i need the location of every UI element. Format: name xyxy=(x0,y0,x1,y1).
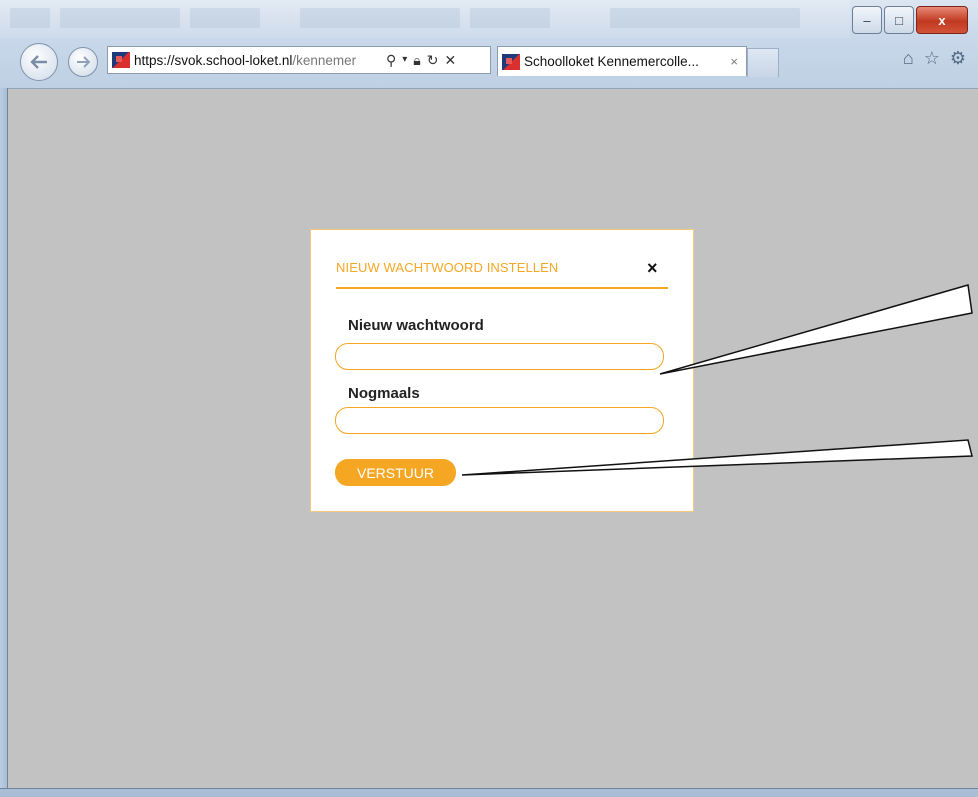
favorites-star-icon[interactable]: ☆ xyxy=(924,48,940,69)
settings-gear-icon[interactable]: ⚙ xyxy=(950,48,966,69)
url-host: https://svok.school-loket.nl xyxy=(134,52,293,68)
tab-title: Schoolloket Kennemercolle... xyxy=(524,54,699,69)
back-icon[interactable] xyxy=(20,43,58,81)
browser-chrome: – □ x https://svok.school-loket.nl/kenne… xyxy=(0,0,978,89)
title-divider xyxy=(336,287,668,289)
tab-schoolloket[interactable]: Schoolloket Kennemercolle... × xyxy=(497,46,747,76)
tab-favicon-icon xyxy=(502,53,520,70)
submit-button[interactable]: VERSTUUR xyxy=(335,459,456,486)
new-password-label: Nieuw wachtwoord xyxy=(348,317,484,334)
stop-icon[interactable]: ✕ xyxy=(444,52,456,69)
site-favicon-icon xyxy=(112,52,130,68)
dialog-title: NIEUW WACHTWOORD INSTELLEN xyxy=(336,260,559,275)
search-icon[interactable]: ⚲ xyxy=(386,52,396,69)
callout-pointer-fields xyxy=(659,284,973,375)
new-password-input[interactable] xyxy=(335,343,664,370)
home-icon[interactable]: ⌂ xyxy=(903,48,914,69)
url-text: https://svok.school-loket.nl/kennemer xyxy=(134,53,380,68)
window-frame-left xyxy=(0,88,8,796)
new-tab-button[interactable] xyxy=(747,48,779,77)
forward-icon[interactable] xyxy=(68,47,98,77)
dialog-close-icon[interactable]: × xyxy=(647,258,658,279)
dropdown-icon[interactable]: ▾ xyxy=(402,54,407,69)
repeat-password-input[interactable] xyxy=(335,407,664,434)
url-path: /kennemer xyxy=(292,52,357,68)
repeat-password-label: Nogmaals xyxy=(348,385,420,402)
window-close-button[interactable]: x xyxy=(916,6,968,34)
minimize-button[interactable]: – xyxy=(852,6,882,34)
lock-icon[interactable]: 🔒︎ xyxy=(413,52,420,69)
address-bar[interactable]: https://svok.school-loket.nl/kennemer ⚲ … xyxy=(107,46,491,74)
background-toolbar xyxy=(0,0,850,38)
reset-password-dialog: NIEUW WACHTWOORD INSTELLEN × Nieuw wacht… xyxy=(310,229,694,512)
tab-close-icon[interactable]: × xyxy=(730,54,738,69)
refresh-icon[interactable]: ↻ xyxy=(427,52,439,69)
maximize-button[interactable]: □ xyxy=(884,6,914,34)
